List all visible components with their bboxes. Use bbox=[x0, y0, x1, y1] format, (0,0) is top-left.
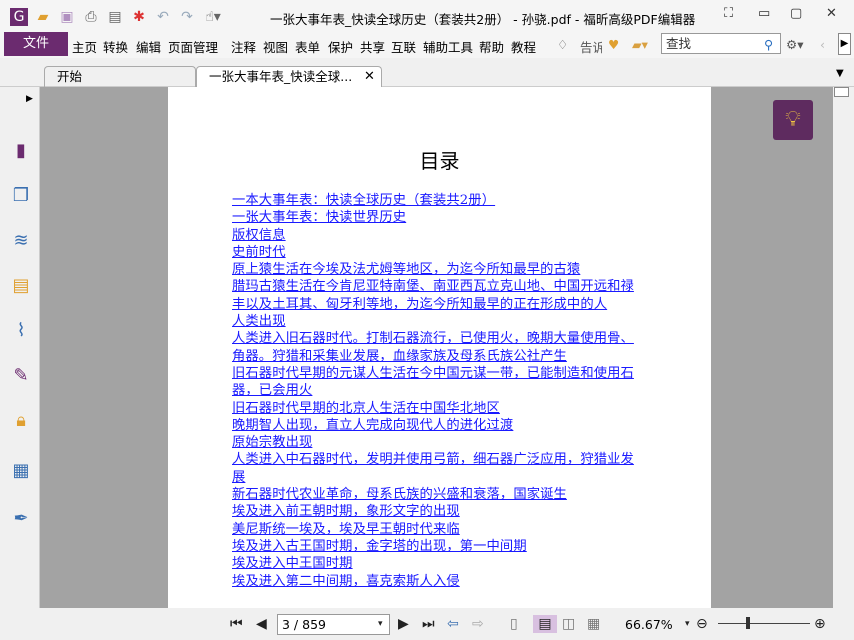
toc-link[interactable]: 晚期智人出现，直立人完成向现代人的进化过渡 bbox=[232, 417, 647, 434]
next-page-button[interactable]: ▶ bbox=[398, 615, 409, 633]
zoom-dropdown-icon[interactable]: ▾ bbox=[685, 615, 690, 633]
continuous-page-icon[interactable]: ▤ bbox=[533, 615, 557, 633]
menu-view[interactable]: 视图 bbox=[263, 37, 288, 56]
comments-icon[interactable]: ▤ bbox=[10, 275, 32, 297]
search-input[interactable]: 查找 bbox=[661, 33, 781, 54]
undo-icon[interactable]: ↶ bbox=[154, 8, 172, 26]
toc-link[interactable]: 人类出现 bbox=[232, 313, 647, 330]
lightbulb-icon[interactable]: 💡︎ bbox=[773, 100, 813, 140]
page-dropdown-icon[interactable]: ▾ bbox=[378, 615, 383, 633]
lock-icon[interactable]: 🔒︎ bbox=[10, 410, 32, 432]
toc-link[interactable]: 腊玛古猿生活在今肯尼亚特南堡、南亚西瓦立克山地、中国开远和禄丰以及土耳其、匈牙利… bbox=[232, 278, 647, 313]
menu-connect[interactable]: 互联 bbox=[391, 37, 416, 56]
signature-icon[interactable]: ✎ bbox=[10, 365, 32, 387]
redo-icon[interactable]: ↷ bbox=[178, 8, 196, 26]
menu-help[interactable]: 帮助 bbox=[479, 37, 504, 56]
restore-layout-icon[interactable]: ⛶ bbox=[724, 6, 733, 21]
toc-link[interactable]: 版权信息 bbox=[232, 227, 647, 244]
menu-tutorial[interactable]: 教程 bbox=[511, 37, 536, 56]
menu-accessibility[interactable]: 辅助工具 bbox=[423, 37, 473, 56]
toc-link[interactable]: 旧石器时代早期的元谋人生活在今中国元谋一带，已能制造和使用石器，已会用火 bbox=[232, 365, 647, 400]
last-page-button[interactable]: ⏭ bbox=[422, 615, 435, 633]
close-button[interactable]: ✕ bbox=[826, 6, 837, 21]
menu-convert[interactable]: 转换 bbox=[103, 37, 128, 56]
menu-edit[interactable]: 编辑 bbox=[136, 37, 161, 56]
zoom-level[interactable]: 66.67% bbox=[625, 617, 673, 632]
toc-link[interactable]: 旧石器时代早期的北京人生活在中国华北地区 bbox=[232, 400, 647, 417]
minimize-button[interactable]: ▭ bbox=[758, 6, 770, 21]
chevron-left-icon[interactable]: ‹ bbox=[820, 37, 825, 52]
single-page-icon[interactable]: ▯ bbox=[510, 615, 518, 633]
toc-link[interactable]: 埃及进入前王朝时期，象形文字的出现 bbox=[232, 503, 647, 520]
toc-link[interactable]: 美尼斯统一埃及，埃及早王朝时代来临 bbox=[232, 521, 647, 538]
first-page-button[interactable]: ⏮ bbox=[230, 615, 243, 633]
tab-start[interactable]: 开始 bbox=[44, 66, 196, 87]
menu-share[interactable]: 共享 bbox=[360, 37, 385, 56]
toc-link[interactable]: 一本大事年表：快读全球历史（套装共2册） bbox=[232, 192, 647, 209]
new-icon[interactable]: ✱ bbox=[130, 8, 148, 26]
toc-link[interactable]: 原始宗教出现 bbox=[232, 434, 647, 451]
facing-page-icon[interactable]: ◫ bbox=[562, 615, 575, 633]
chevron-right-icon[interactable]: ▶ bbox=[838, 33, 851, 55]
zoom-slider-thumb[interactable] bbox=[746, 617, 750, 629]
find-folder-icon[interactable]: ▰▾ bbox=[632, 37, 648, 52]
table-of-contents: 一本大事年表：快读全球历史（套装共2册） 一张大事年表：快读世界历史 版权信息 史前时… bbox=[232, 192, 647, 590]
pdf-page: 目录 一本大事年表：快读全球历史（套装共2册） 一张大事年表：快读世界历史 版权信息… bbox=[168, 87, 711, 608]
search-icon[interactable]: ⚲ bbox=[764, 37, 773, 52]
toc-title: 目录 bbox=[419, 149, 460, 173]
toc-link[interactable]: 埃及进入古王国时期，金字塔的出现，第一中间期 bbox=[232, 538, 647, 555]
heart-icon[interactable]: ♥ bbox=[608, 37, 619, 52]
tab-document[interactable]: 一张大事年表_快读全球... bbox=[196, 66, 382, 87]
tab-label: 一张大事年表_快读全球... bbox=[209, 69, 353, 84]
zoom-out-button[interactable]: ⊖ bbox=[696, 615, 708, 633]
toc-link[interactable]: 埃及进入第二中间期，喜克索斯人入侵 bbox=[232, 573, 647, 590]
previous-page-button[interactable]: ◀ bbox=[256, 615, 267, 633]
tab-list-dropdown-icon[interactable]: ▼ bbox=[836, 68, 844, 79]
maximize-button[interactable]: ▢ bbox=[790, 6, 802, 21]
toc-link[interactable]: 人类进入旧石器时代。打制石器流行，已使用火，晚期大量使用骨、角器。狩猎和采集业发… bbox=[232, 330, 647, 365]
toc-link[interactable]: 原上猿生活在今埃及法尤姆等地区，为迄今所知最早的古猿 bbox=[232, 261, 647, 278]
window-title: 一张大事年表_快读全球历史（套装共2册） - 孙骁.pdf - 福昕高级PDF编… bbox=[270, 12, 696, 27]
save-icon[interactable]: ▣ bbox=[58, 8, 76, 26]
page-icon[interactable]: ▮ bbox=[10, 140, 32, 162]
attachment-icon[interactable]: ⌇ bbox=[10, 320, 32, 342]
print-icon[interactable]: ⎙ bbox=[82, 8, 100, 26]
hand-tool-icon[interactable]: ☝▾ bbox=[204, 8, 222, 26]
menu-home[interactable]: 主页 bbox=[72, 37, 97, 56]
scrollbar-thumb[interactable] bbox=[834, 87, 849, 97]
zoom-slider[interactable] bbox=[718, 623, 810, 624]
vertical-scrollbar[interactable] bbox=[833, 87, 850, 608]
toc-link[interactable]: 史前时代 bbox=[232, 244, 647, 261]
toc-link[interactable]: 一张大事年表：快读世界历史 bbox=[232, 209, 647, 226]
toc-link[interactable]: 新石器时代农业革命，母系氏族的兴盛和衰落，国家诞生 bbox=[232, 486, 647, 503]
previous-view-icon[interactable]: ⇦ bbox=[447, 615, 459, 633]
close-tab-icon[interactable]: ✕ bbox=[364, 69, 375, 84]
certify-icon[interactable]: ✒ bbox=[10, 508, 32, 530]
properties-icon[interactable]: ▤ bbox=[106, 8, 124, 26]
expand-sidebar-icon[interactable]: ▶ bbox=[26, 94, 33, 104]
continuous-facing-icon[interactable]: ▦ bbox=[587, 615, 600, 633]
file-menu[interactable]: 文件 bbox=[4, 32, 68, 56]
open-icon[interactable]: ▰ bbox=[34, 8, 52, 26]
menu-comment[interactable]: 注释 bbox=[231, 37, 256, 56]
form-icon[interactable]: ▦ bbox=[10, 460, 32, 482]
menu-protect[interactable]: 保护 bbox=[328, 37, 353, 56]
tell-me[interactable]: 告诉 bbox=[580, 37, 602, 56]
gear-icon[interactable]: ⚙▾ bbox=[786, 37, 803, 52]
toc-link[interactable]: 埃及进入中王国时期 bbox=[232, 555, 647, 572]
next-view-icon[interactable]: ⇨ bbox=[472, 615, 484, 633]
menu-form[interactable]: 表单 bbox=[295, 37, 320, 56]
app-logo-icon[interactable]: G bbox=[10, 8, 28, 26]
page-number-input[interactable]: 3 / 859 bbox=[277, 614, 390, 635]
pages-icon[interactable]: ❐ bbox=[10, 185, 32, 207]
toc-link[interactable]: 人类进入中石器时代，发明并使用弓箭，细石器广泛应用，狩猎业发展 bbox=[232, 451, 647, 486]
lightbulb-icon[interactable]: ♢ bbox=[557, 37, 568, 52]
menu-page-management[interactable]: 页面管理 bbox=[168, 37, 218, 56]
zoom-in-button[interactable]: ⊕ bbox=[814, 615, 826, 633]
layers-icon[interactable]: ≋ bbox=[10, 230, 32, 252]
